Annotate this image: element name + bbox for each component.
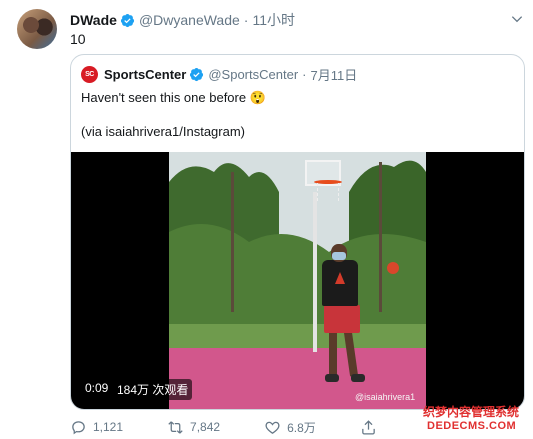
heart-icon [265,421,280,434]
video-player[interactable]: @isaiahrivera1 0:09 184万 次观看 [71,152,524,409]
quoted-header: SC SportsCenter @SportsCenter · 7月11日 [81,65,357,83]
quoted-date: 7月11日 [310,67,358,83]
quoted-avatar: SC [81,65,98,83]
video-views: 184万 次观看 [113,379,193,400]
chevron-down-icon[interactable] [510,12,524,26]
hoop-pole [313,192,317,352]
separator-dot: · [243,12,249,28]
retweet-count: 7,842 [190,420,221,434]
player-shorts [324,305,360,333]
author-name[interactable]: DWade [70,12,117,28]
tweet-text: 10 [70,31,86,47]
like-count: 6.8万 [287,420,316,435]
tweet-header: DWade @DwyaneWade · 11小时 [70,11,295,29]
video-duration: 0:09 [81,379,113,397]
site-watermark-line1: 织梦内容管理系统 [423,405,520,419]
player-shoe-left [325,374,339,382]
video-frame: @isaiahrivera1 [169,152,426,409]
face-mask [332,252,346,260]
avatar[interactable] [17,9,57,49]
video-trees [169,160,426,342]
quoted-author-name: SportsCenter [104,66,187,82]
quoted-author-handle: @SportsCenter [208,66,299,82]
share-button[interactable] [360,419,383,436]
tweet-time[interactable]: 11小时 [252,10,295,30]
retweet-button[interactable]: 7,842 [167,419,220,436]
retweet-icon [168,420,183,434]
tweet-actions: 1,121 7,842 6.8万 [70,418,383,436]
quoted-text-line1: Haven't seen this one before 😲 [81,90,266,105]
like-button[interactable]: 6.8万 [264,419,316,436]
net [317,183,339,201]
player-shoe-right [351,374,365,382]
site-watermark: 织梦内容管理系统 DEDECMS.COM [419,400,531,438]
share-icon [361,419,375,435]
verified-badge-icon [120,13,134,27]
quoted-text-line2: (via isaiahrivera1/Instagram) [81,124,246,139]
separator-dot: · [302,66,307,82]
player-leg-left [329,332,337,376]
video-watermark: @isaiahrivera1 [355,392,416,402]
reply-button[interactable]: 1,121 [70,419,123,436]
site-watermark-line2: DEDECMS.COM [427,420,517,432]
author-handle[interactable]: @DwyaneWade [139,12,240,28]
verified-badge-icon [190,67,204,81]
reply-icon [72,420,85,434]
reply-count: 1,121 [93,420,124,434]
basketball [387,262,399,274]
quoted-tweet[interactable]: SC SportsCenter @SportsCenter · 7月11日 Ha… [70,54,525,410]
